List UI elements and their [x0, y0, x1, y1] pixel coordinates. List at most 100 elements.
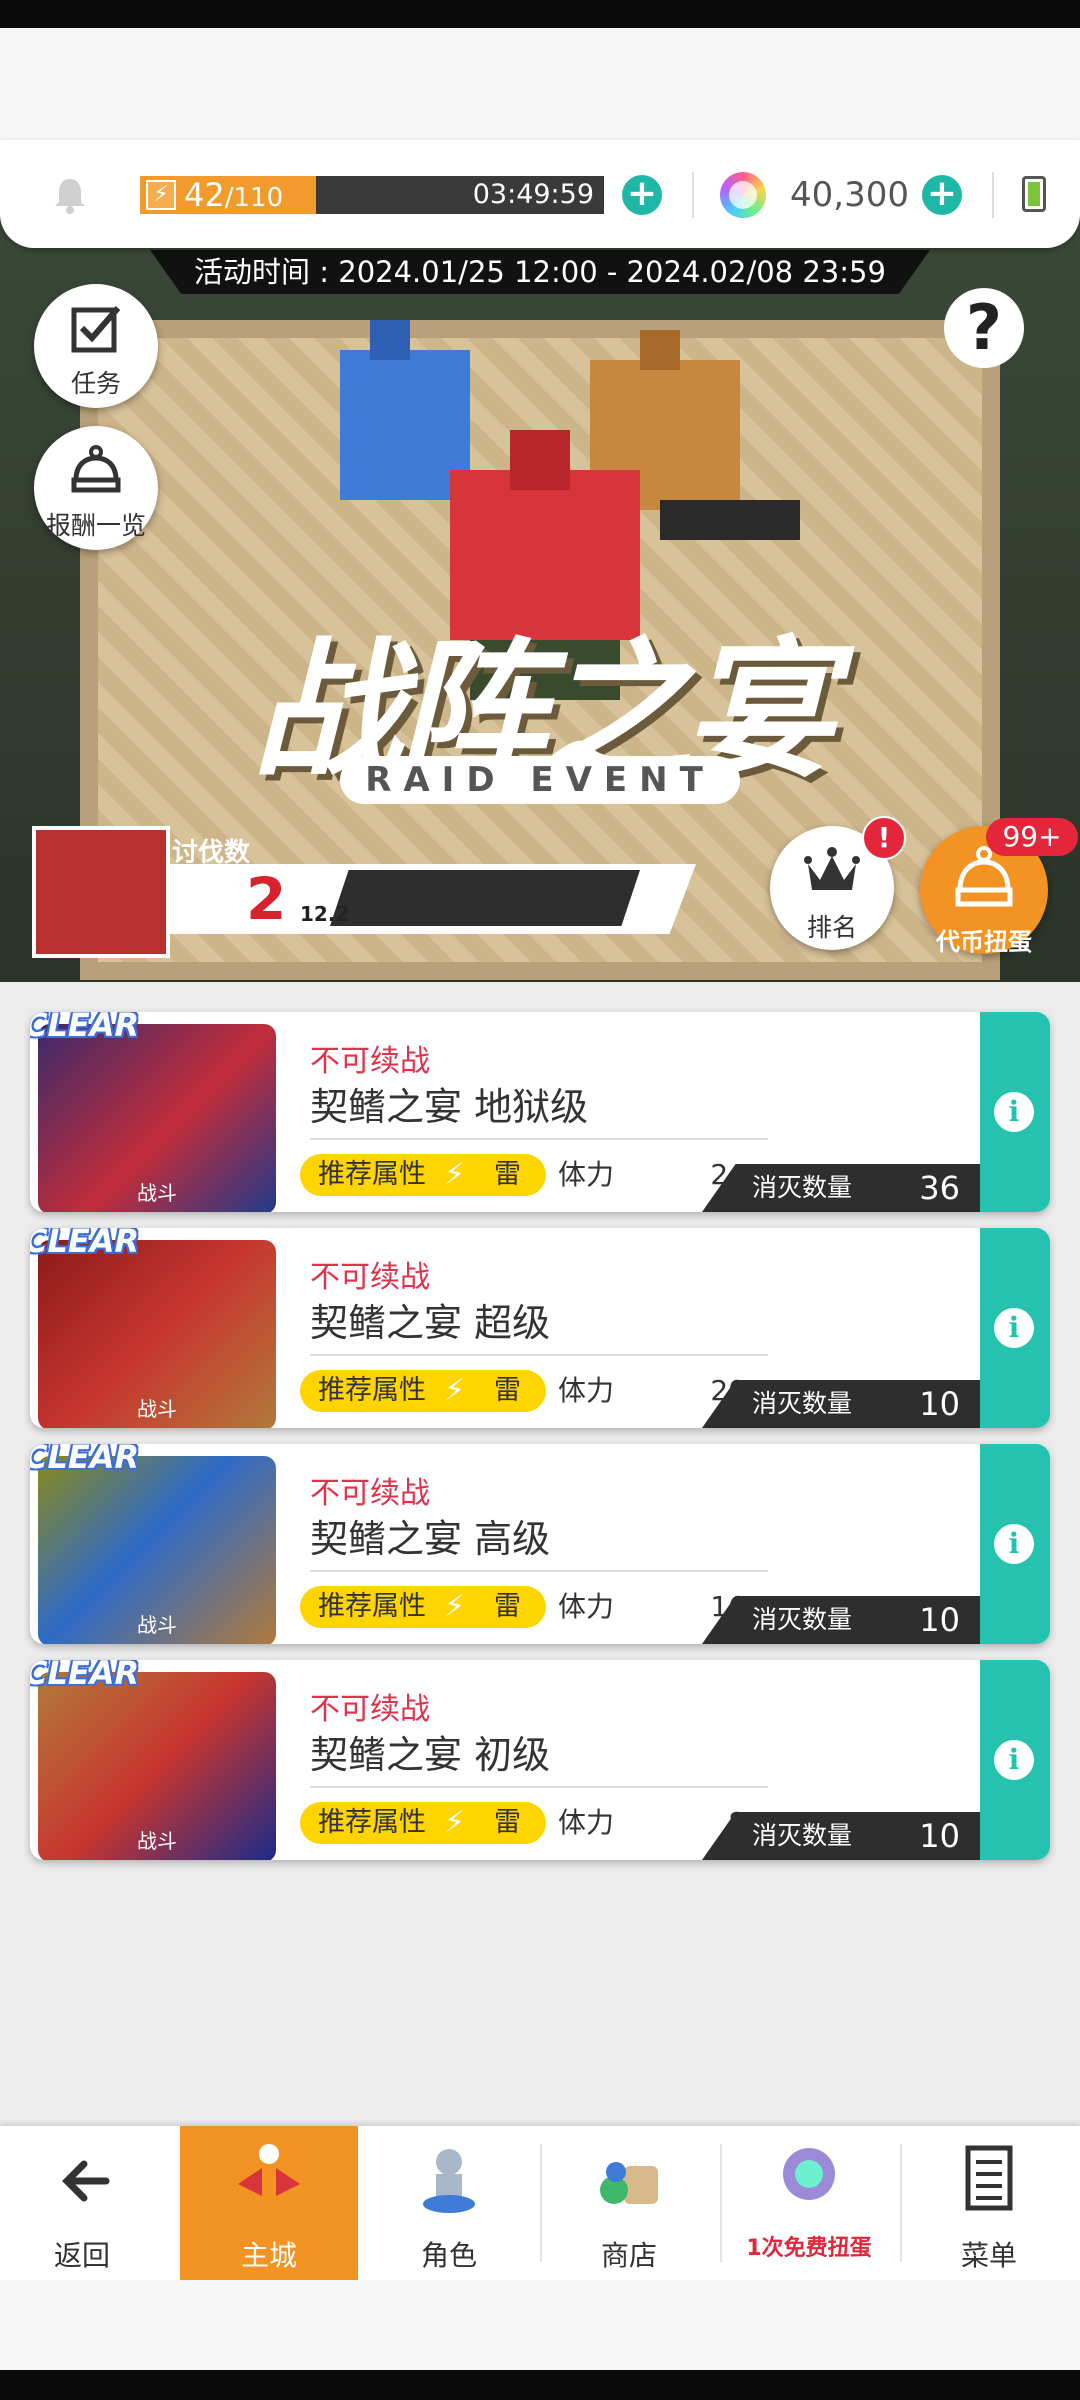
raid-battle-thumbnail[interactable]: 战斗: [38, 1456, 276, 1644]
rewards-button[interactable]: 报酬一览: [34, 426, 158, 550]
raid-name: 契鳍之宴 地狱级: [310, 1085, 589, 1129]
divider: [310, 1786, 768, 1788]
crown-icon: [804, 847, 860, 890]
defeat-count: 消灭数量 10: [702, 1596, 982, 1644]
recommended-attribute: 推荐属性 ⚡ 雷: [300, 1370, 546, 1412]
clear-badge: CLEAR: [30, 1444, 140, 1476]
stamina-max: /110: [224, 183, 284, 213]
battle-caption: 战斗: [137, 1829, 177, 1853]
boss-thumbnail: [32, 826, 170, 958]
nav-gacha-label: 1次免费扭蛋: [746, 2236, 872, 2261]
character-icon: [423, 2149, 475, 2213]
lightning-icon: ⚡: [146, 180, 176, 210]
nav-gacha[interactable]: 1次免费扭蛋: [720, 2126, 898, 2280]
kill-count-sub: 12.2: [300, 902, 350, 926]
recommended-attribute: 推荐属性 ⚡ 雷: [300, 1802, 546, 1844]
kill-count: 2: [246, 865, 287, 933]
raid-battle-thumbnail[interactable]: 战斗: [38, 1672, 276, 1860]
nav-home[interactable]: 主城: [180, 2126, 358, 2280]
defeat-count-label: 消灭数量: [752, 1821, 853, 1850]
event-time: 活动时间 : 2024.01/25 12:00 - 2024.02/08 23:…: [150, 250, 930, 294]
divider: [310, 1354, 768, 1356]
nav-characters[interactable]: 角色: [360, 2126, 538, 2280]
divider: [310, 1570, 768, 1572]
battle-caption: 战斗: [137, 1397, 177, 1421]
nav-menu[interactable]: 菜单: [900, 2126, 1078, 2280]
stamina-current: 42: [184, 176, 225, 214]
raid-list: 战斗 CLEAR 不可续战 契鳍之宴 地狱级 推荐属性 ⚡ 雷 体力 24 消灭…: [30, 1012, 1050, 1876]
thunder-icon: ⚡: [444, 1589, 466, 1624]
attribute-label: 推荐属性: [318, 1591, 426, 1622]
battery-icon: [1022, 176, 1046, 212]
clear-badge: CLEAR: [30, 1660, 140, 1692]
thunder-icon: ⚡: [444, 1805, 466, 1840]
defeat-count-value: 10: [919, 1817, 960, 1855]
battle-caption: 战斗: [137, 1181, 177, 1205]
raid-card[interactable]: 战斗 CLEAR 不可续战 契鳍之宴 初级 推荐属性 ⚡ 雷 体力 8 消灭数量…: [30, 1660, 1050, 1860]
divider: [692, 172, 694, 218]
stamina-cost-label: 体力: [558, 1806, 615, 1839]
add-gems-button[interactable]: +: [922, 175, 962, 215]
defeat-count-value: 10: [919, 1385, 960, 1423]
token-gacha-label: 代币扭蛋: [936, 928, 1032, 956]
nav-shop-label: 商店: [600, 2239, 657, 2272]
raid-status: 不可续战: [310, 1692, 430, 1727]
raid-card[interactable]: 战斗 CLEAR 不可续战 契鳍之宴 超级 推荐属性 ⚡ 雷 体力 20 消灭数…: [30, 1228, 1050, 1428]
raid-battle-thumbnail[interactable]: 战斗: [38, 1024, 276, 1212]
help-button[interactable]: ?: [944, 288, 1024, 368]
raid-info-button[interactable]: i: [980, 1228, 1050, 1428]
rewards-label: 报酬一览: [45, 511, 146, 540]
gacha-capsule-icon: [783, 2148, 835, 2200]
nav-characters-label: 角色: [420, 2239, 477, 2272]
defeat-count: 消灭数量 10: [702, 1380, 982, 1428]
menu-list-icon: [965, 2145, 1013, 2211]
raid-status: 不可续战: [310, 1260, 430, 1295]
add-stamina-button[interactable]: +: [622, 175, 662, 215]
gacha-count-badge: 99+: [986, 818, 1078, 856]
nav-shop[interactable]: 商店: [540, 2126, 718, 2280]
info-icon: i: [994, 1740, 1034, 1780]
stamina-timer: 03:49:59: [472, 179, 594, 210]
kill-count-bar-dark: [330, 870, 640, 926]
checklist-icon: [71, 306, 121, 353]
raid-card[interactable]: 战斗 CLEAR 不可续战 契鳍之宴 地狱级 推荐属性 ⚡ 雷 体力 24 消灭…: [30, 1012, 1050, 1212]
attribute-value: 雷: [494, 1159, 521, 1190]
nav-back[interactable]: 返回: [0, 2126, 164, 2280]
missions-button[interactable]: 任务: [34, 284, 158, 408]
back-arrow-icon: [62, 2160, 110, 2202]
defeat-count-value: 10: [919, 1601, 960, 1639]
ranking-label: 排名: [806, 913, 857, 942]
stamina-cost-label: 体力: [558, 1374, 615, 1407]
nav-back-label: 返回: [53, 2239, 110, 2272]
defeat-count-label: 消灭数量: [752, 1605, 853, 1634]
stamina-value: 42/110: [184, 176, 283, 217]
system-nav-bar: [0, 2370, 1080, 2400]
attribute-label: 推荐属性: [318, 1807, 426, 1838]
clear-badge: CLEAR: [30, 1012, 140, 1044]
attribute-label: 推荐属性: [318, 1375, 426, 1406]
info-icon: i: [994, 1524, 1034, 1564]
raid-battle-thumbnail[interactable]: 战斗: [38, 1240, 276, 1428]
stamina-cost-label: 体力: [558, 1590, 615, 1623]
thunder-icon: ⚡: [444, 1157, 466, 1192]
nav-home-label: 主城: [240, 2239, 297, 2272]
raid-name: 契鳍之宴 超级: [310, 1301, 551, 1345]
bottom-nav: 返回 主城 角色 商店 1次免费扭蛋 菜单: [0, 2126, 1080, 2280]
raid-info-button[interactable]: i: [980, 1660, 1050, 1860]
gem-icon: [720, 172, 766, 218]
raid-name: 契鳍之宴 高级: [310, 1517, 551, 1561]
attribute-value: 雷: [494, 1375, 521, 1406]
raid-info-button[interactable]: i: [980, 1444, 1050, 1644]
info-icon: i: [994, 1308, 1034, 1348]
raid-status: 不可续战: [310, 1044, 430, 1079]
divider: [310, 1138, 768, 1140]
event-subtitle: RAID EVENT: [340, 756, 740, 804]
reward-pouch-icon: [71, 445, 121, 493]
raid-info-button[interactable]: i: [980, 1012, 1050, 1212]
attribute-value: 雷: [494, 1807, 521, 1838]
nav-menu-label: 菜单: [960, 2239, 1017, 2272]
bell-icon[interactable]: [50, 175, 90, 215]
castle-icon: [238, 2144, 300, 2196]
raid-card[interactable]: 战斗 CLEAR 不可续战 契鳍之宴 高级 推荐属性 ⚡ 雷 体力 16 消灭数…: [30, 1444, 1050, 1644]
recommended-attribute: 推荐属性 ⚡ 雷: [300, 1586, 546, 1628]
